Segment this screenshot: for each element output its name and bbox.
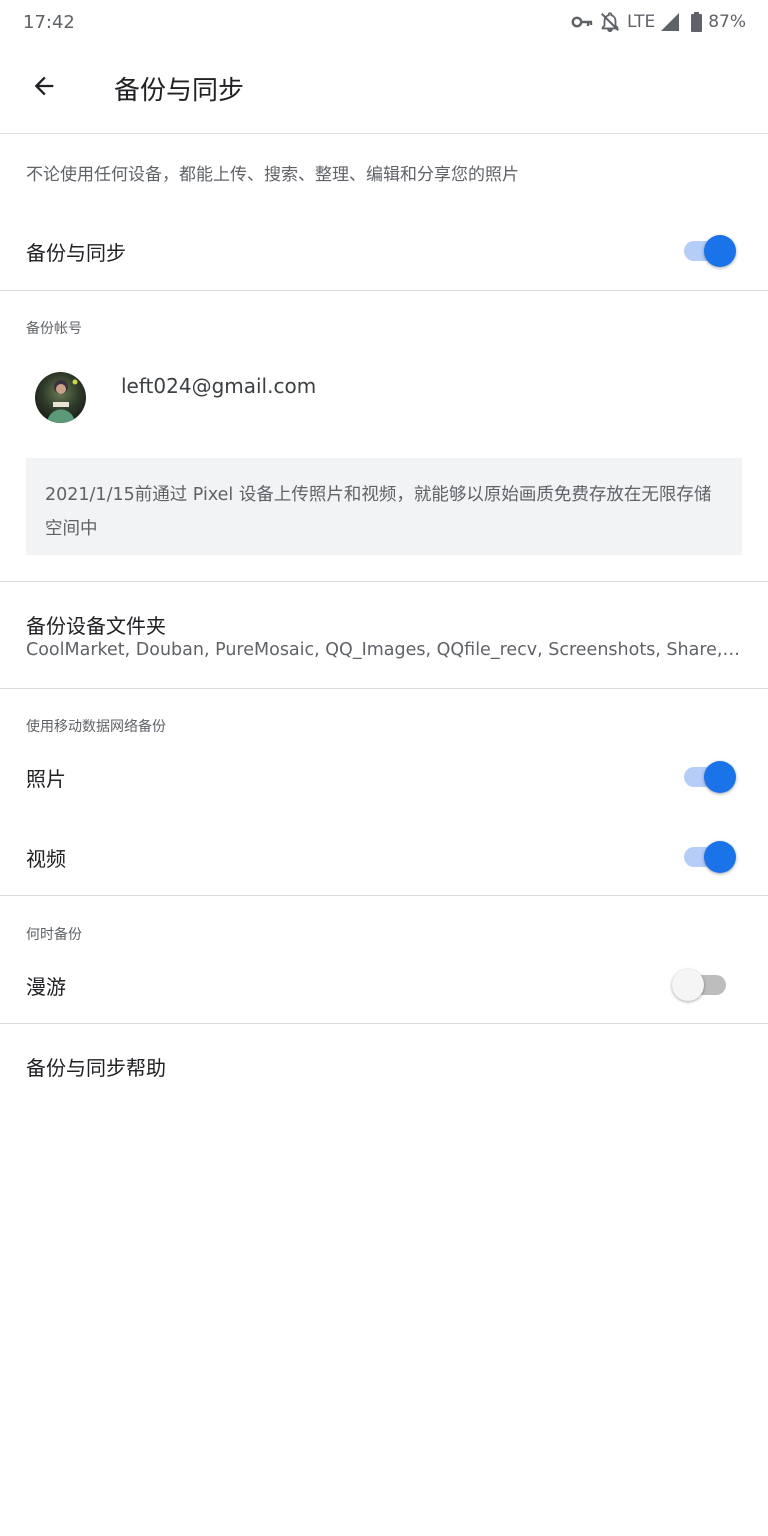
status-time: 17:42 [23,12,75,33]
intro-text: 不论使用任何设备，都能上传、搜索、整理、编辑和分享您的照片 [26,165,519,185]
toggle-thumb [704,841,736,873]
status-icons: LTE 87% [571,10,746,34]
vpn-key-icon [571,15,593,29]
storage-notice: 2021/1/15前通过 Pixel 设备上传照片和视频，就能够以原始画质免费存… [26,458,742,555]
videos-toggle[interactable] [682,836,738,876]
roaming-row[interactable]: 漫游 [0,948,768,1020]
app-bar: 备份与同步 [0,44,768,134]
videos-row[interactable]: 视频 [0,820,768,892]
roaming-label: 漫游 [26,975,66,999]
toggle-thumb [704,761,736,793]
when-section-header: 何时备份 [26,927,82,943]
backup-sync-toggle[interactable] [682,230,738,270]
mobile-data-section-header: 使用移动数据网络备份 [26,719,166,735]
divider [0,290,768,291]
photos-label: 照片 [26,767,66,791]
photos-row[interactable]: 照片 [0,740,768,812]
page-title: 备份与同步 [114,76,245,106]
videos-label: 视频 [26,847,66,871]
toggle-thumb [704,235,736,267]
avatar[interactable] [35,372,86,423]
roaming-toggle[interactable] [672,964,730,1004]
account-email[interactable]: left024@gmail.com [121,374,316,398]
status-bar: 17:42 LTE 87% [0,0,768,44]
backup-sync-label: 备份与同步 [26,241,126,265]
divider [0,688,768,689]
notifications-off-icon [599,11,621,33]
toggle-thumb [672,969,704,1001]
back-button[interactable] [22,66,66,110]
divider [0,895,768,896]
network-type: LTE [626,12,656,32]
help-link[interactable]: 备份与同步帮助 [26,1052,166,1081]
device-folders-title: 备份设备文件夹 [26,614,166,638]
battery-icon [691,12,703,32]
divider [0,1023,768,1024]
account-section-header: 备份帐号 [26,321,82,337]
battery-percent: 87% [708,12,746,32]
backup-sync-row[interactable]: 备份与同步 [0,210,768,290]
photos-toggle[interactable] [682,756,738,796]
signal-icon [661,13,680,31]
device-folders-list: CoolMarket, Douban, PureMosaic, QQ_Image… [26,640,742,660]
arrow-back-icon [30,72,58,104]
